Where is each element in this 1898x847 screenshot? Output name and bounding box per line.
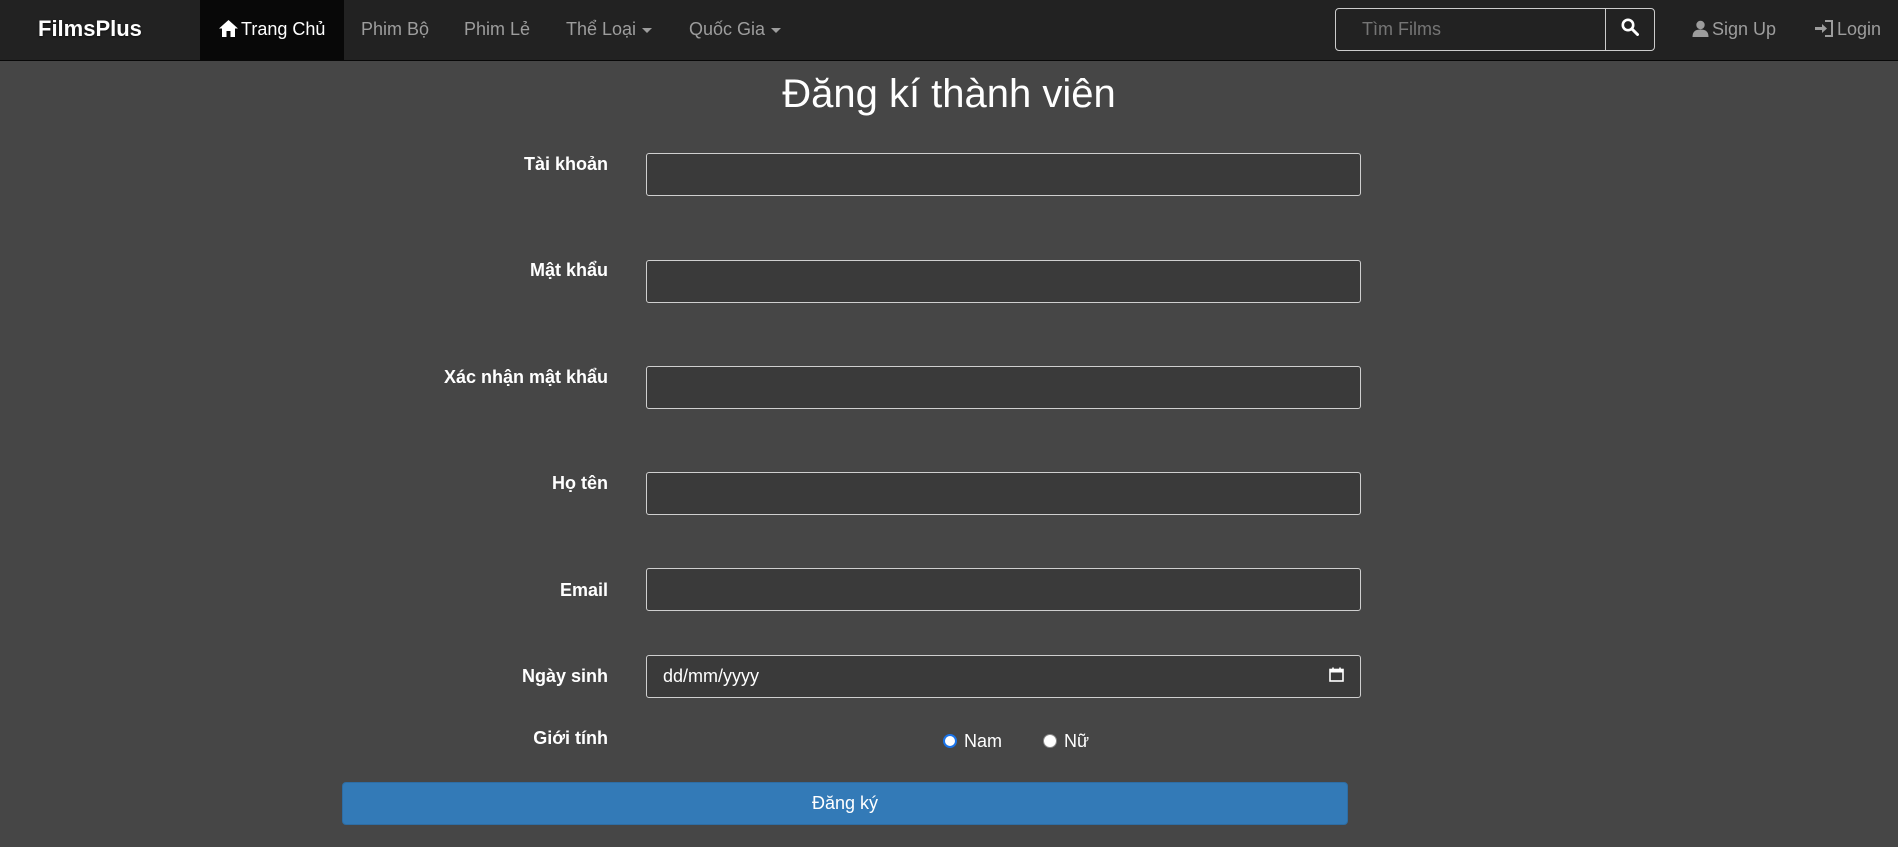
calendar-icon[interactable] — [1329, 666, 1344, 687]
nav-genre-dropdown[interactable]: Thể Loại — [566, 0, 653, 60]
nav-login[interactable]: Login — [1815, 0, 1881, 60]
birthday-placeholder: dd/mm/yyyy — [663, 666, 760, 686]
search-input[interactable] — [1335, 8, 1606, 51]
gender-label: Giới tính — [533, 728, 608, 748]
nav-home-label: Trang Chủ — [241, 19, 326, 39]
username-field[interactable] — [646, 153, 1361, 196]
fullname-field[interactable] — [646, 472, 1361, 515]
nav-country-dropdown[interactable]: Quốc Gia — [689, 0, 782, 60]
fullname-label: Họ tên — [552, 473, 608, 493]
search-button[interactable] — [1605, 8, 1655, 51]
gender-option-male[interactable]: Nam — [943, 728, 1002, 754]
chevron-down-icon — [771, 27, 782, 33]
user-icon — [1692, 2, 1709, 60]
nav-series[interactable]: Phim Bộ — [361, 0, 429, 60]
page-title: Đăng kí thành viên — [782, 72, 1116, 116]
nav-signup-label: Sign Up — [1712, 19, 1777, 39]
nav-country-label: Quốc Gia — [689, 19, 766, 39]
password-label: Mật khẩu — [529, 260, 608, 280]
birthday-field[interactable]: dd/mm/yyyy — [646, 655, 1361, 698]
nav-genre-label: Thể Loại — [566, 19, 637, 39]
radio-male[interactable] — [943, 734, 957, 748]
login-icon — [1815, 2, 1834, 60]
email-label: Email — [559, 580, 608, 600]
top-navbar: FilmsPlus Trang Chủ Phim Bộ Phim Lẻ Thể … — [0, 0, 1898, 61]
brand-logo[interactable]: FilmsPlus — [38, 0, 142, 60]
nav-signup[interactable]: Sign Up — [1692, 0, 1776, 60]
chevron-down-icon — [642, 27, 653, 33]
nav-movies[interactable]: Phim Lẻ — [464, 0, 530, 60]
email-field[interactable] — [646, 568, 1361, 611]
gender-option-female-label: Nữ — [1064, 730, 1090, 751]
confirm-password-label: Xác nhận mật khẩu — [443, 367, 608, 387]
search-icon — [1621, 18, 1639, 41]
birthday-label: Ngày sinh — [521, 666, 608, 686]
gender-option-female[interactable]: Nữ — [1043, 728, 1089, 754]
nav-home[interactable]: Trang Chủ — [200, 0, 345, 60]
confirm-password-field[interactable] — [646, 366, 1361, 409]
home-icon — [219, 2, 238, 60]
password-field[interactable] — [646, 260, 1361, 303]
nav-login-label: Login — [1837, 19, 1882, 39]
radio-female[interactable] — [1043, 734, 1057, 748]
register-button[interactable]: Đăng ký — [342, 782, 1348, 825]
gender-option-male-label: Nam — [964, 730, 1003, 751]
username-label: Tài khoản — [523, 154, 608, 174]
